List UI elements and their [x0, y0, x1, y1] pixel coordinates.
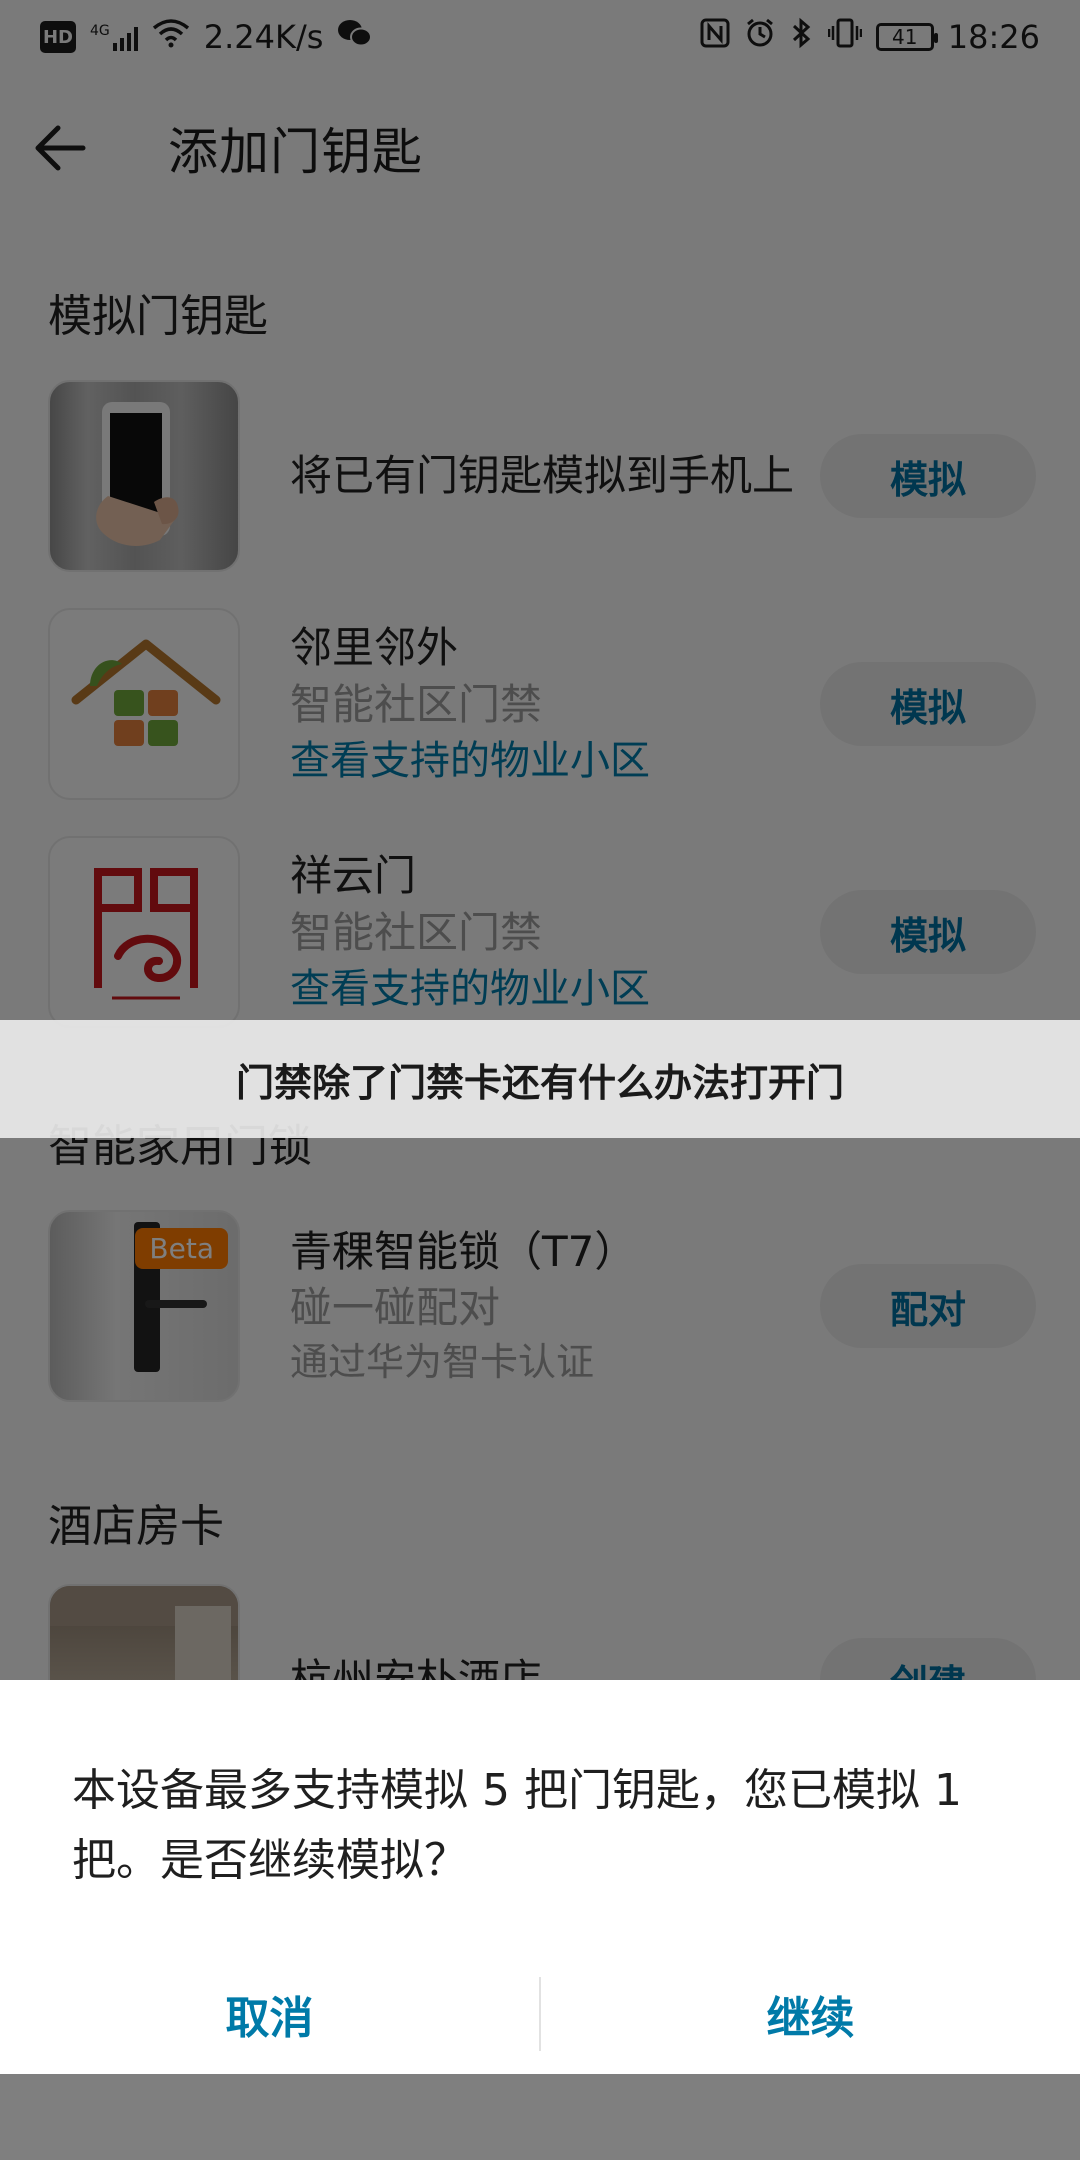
dialog-message: 本设备最多支持模拟 5 把门钥匙，您已模拟 1 把。是否继续模拟？ — [72, 1765, 962, 1886]
bottom-safe-area — [0, 2074, 1080, 2160]
dialog-actions: 取消 继续 — [0, 1955, 1080, 2073]
overlay-banner-text: 门禁除了门禁卡还有什么办法打开门 — [235, 1060, 844, 1105]
cancel-button[interactable]: 取消 — [0, 1955, 539, 2073]
confirmation-dialog: 本设备最多支持模拟 5 把门钥匙，您已模拟 1 把。是否继续模拟？ 取消 继续 — [0, 1680, 1080, 2074]
continue-button[interactable]: 继续 — [541, 1955, 1080, 2073]
overlay-banner: 门禁除了门禁卡还有什么办法打开门 — [0, 1020, 1080, 1138]
